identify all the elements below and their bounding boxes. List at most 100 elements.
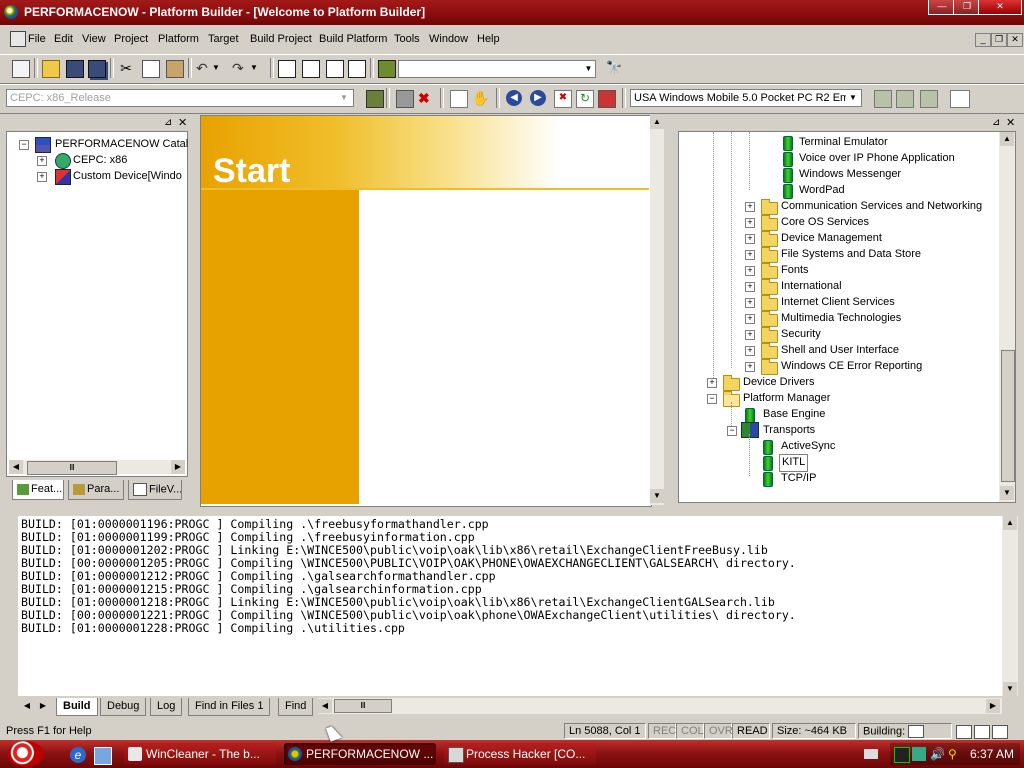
pin-icon[interactable]: ⊿ <box>992 117 1000 128</box>
menu-file[interactable]: File <box>28 33 46 45</box>
catalog-folder-device-drivers[interactable]: Device Drivers <box>743 374 815 390</box>
save-all-icon[interactable] <box>88 60 106 78</box>
window-list-icon[interactable] <box>326 60 344 78</box>
find-icon[interactable]: 🔭 <box>606 60 622 76</box>
tab-log[interactable]: Log <box>150 698 183 716</box>
expander[interactable]: + <box>745 330 755 340</box>
expander[interactable]: + <box>745 314 755 324</box>
catalog-close-icon[interactable]: ✕ <box>1006 116 1015 129</box>
expander[interactable]: + <box>37 156 47 166</box>
speaker-icon[interactable]: 🔊 <box>930 747 945 761</box>
refresh-icon[interactable]: ↻ <box>576 90 594 108</box>
cut-icon[interactable]: ✂ <box>118 60 134 76</box>
internet-explorer-icon[interactable]: e <box>70 747 86 763</box>
tab-next-icon[interactable]: ▶ <box>36 699 50 713</box>
find-in-files-icon[interactable] <box>378 60 396 78</box>
document-icon[interactable] <box>10 31 26 47</box>
device-dropdown-icon[interactable]: ▼ <box>846 90 860 106</box>
menu-target[interactable]: Target <box>208 33 239 45</box>
redo-dropdown-icon[interactable]: ▼ <box>250 60 266 76</box>
start-vscrollbar[interactable]: ▲ ▼ <box>650 115 664 505</box>
status-icon-3[interactable] <box>992 725 1008 739</box>
tree-item-custom-device[interactable]: Custom Device[Windo <box>73 168 182 184</box>
find-combo-dropdown-icon[interactable]: ▼ <box>582 61 595 77</box>
new-file-icon[interactable] <box>12 60 30 78</box>
menu-build-project[interactable]: Build Project <box>250 33 312 45</box>
expander[interactable]: + <box>37 172 47 182</box>
scroll-thumb[interactable]: Ⅲ <box>27 461 117 475</box>
expander[interactable]: + <box>745 234 755 244</box>
save-icon[interactable] <box>66 60 84 78</box>
copy-icon[interactable] <box>142 60 160 78</box>
scroll-left-icon[interactable]: ◀ <box>9 460 23 474</box>
build-icon[interactable] <box>366 90 384 108</box>
scroll-up-icon[interactable]: ▲ <box>1003 516 1017 530</box>
catalog-vscrollbar[interactable]: ▲ ▼ <box>999 132 1015 502</box>
mdi-close-button[interactable]: ✕ <box>1007 33 1023 47</box>
platform-builder-icon[interactable] <box>4 5 18 19</box>
redo-icon[interactable]: ↷ <box>232 60 248 76</box>
catalog-folder[interactable]: Core OS Services <box>781 214 869 230</box>
catalog-folder[interactable]: Fonts <box>781 262 809 278</box>
undo-icon[interactable]: ↶ <box>196 60 212 76</box>
tab-find[interactable]: Find <box>278 698 314 716</box>
scroll-left-icon[interactable]: ◀ <box>318 699 332 713</box>
status-icon-2[interactable] <box>974 725 990 739</box>
expander[interactable]: + <box>745 202 755 212</box>
catalog-folder[interactable]: Security <box>781 326 821 342</box>
catalog-item[interactable]: WordPad <box>799 182 845 198</box>
scroll-thumb[interactable]: Ⅲ <box>334 699 392 713</box>
page-icon[interactable] <box>450 90 468 108</box>
title-bar[interactable]: PERFORMACENOW - Platform Builder - [Welc… <box>0 0 1024 25</box>
network-icon[interactable] <box>912 747 926 761</box>
cpu-monitor-icon[interactable] <box>894 747 910 763</box>
expander[interactable]: + <box>745 218 755 228</box>
workspace-close-icon[interactable]: ✕ <box>178 116 187 129</box>
scroll-down-icon[interactable]: ▼ <box>1000 486 1014 500</box>
start-button[interactable] <box>8 741 44 767</box>
catalog-folder[interactable]: Internet Client Services <box>781 294 895 310</box>
output-window-icon[interactable] <box>302 60 320 78</box>
catalog-item[interactable]: Terminal Emulator <box>799 134 888 150</box>
workspace-hscrollbar[interactable]: ◀ Ⅲ ▶ <box>9 460 185 475</box>
rebuild-icon[interactable] <box>396 90 414 108</box>
catalog-folder-platform-manager[interactable]: Platform Manager <box>743 390 830 406</box>
disconnect-icon[interactable] <box>896 90 914 108</box>
menu-help[interactable]: Help <box>477 33 500 45</box>
expander[interactable]: − <box>707 394 717 404</box>
catalog-folder[interactable]: International <box>781 278 842 294</box>
configuration-dropdown-icon[interactable]: ▼ <box>340 90 352 106</box>
scroll-thumb[interactable] <box>1001 350 1015 482</box>
find-combo[interactable] <box>398 60 596 78</box>
catalog-folder[interactable]: File Systems and Data Store <box>781 246 921 262</box>
keyboard-icon[interactable] <box>864 749 878 759</box>
task-performacenow[interactable]: PERFORMACENOW ... <box>284 743 436 765</box>
catalog-folder[interactable]: Shell and User Interface <box>781 342 899 358</box>
scroll-down-icon[interactable]: ▼ <box>650 489 664 503</box>
catalog-item-tcpip[interactable]: TCP/IP <box>781 470 816 486</box>
pin-icon[interactable]: ⊿ <box>164 117 172 128</box>
catalog-folder[interactable]: Windows CE Error Reporting <box>781 358 922 374</box>
catalog-item[interactable]: Windows Messenger <box>799 166 901 182</box>
menu-tools[interactable]: Tools <box>394 33 420 45</box>
emulator-icon[interactable] <box>950 90 970 108</box>
menu-edit[interactable]: Edit <box>54 33 73 45</box>
expander[interactable]: + <box>745 250 755 260</box>
task-process-hacker[interactable]: Process Hacker [CO... <box>444 743 596 765</box>
expander[interactable]: + <box>745 346 755 356</box>
catalog-folder[interactable]: Communication Services and Networking <box>781 198 982 214</box>
catalog-folder[interactable]: Multimedia Technologies <box>781 310 901 326</box>
expander[interactable]: + <box>745 298 755 308</box>
catalog-item-activesync[interactable]: ActiveSync <box>781 438 835 454</box>
forward-icon[interactable]: ▶ <box>530 90 546 106</box>
scroll-up-icon[interactable]: ▲ <box>650 115 664 129</box>
tree-item-root[interactable]: PERFORMACENOW Catal <box>55 136 188 152</box>
menu-window[interactable]: Window <box>429 33 468 45</box>
show-desktop-icon[interactable] <box>94 747 112 765</box>
expander[interactable]: + <box>745 362 755 372</box>
tab-feature-view[interactable]: Feat... <box>12 480 64 500</box>
expander[interactable]: + <box>745 282 755 292</box>
catalog-folder[interactable]: Device Management <box>781 230 882 246</box>
expander[interactable]: + <box>707 378 717 388</box>
search-icon[interactable]: ⚲ <box>948 747 962 761</box>
